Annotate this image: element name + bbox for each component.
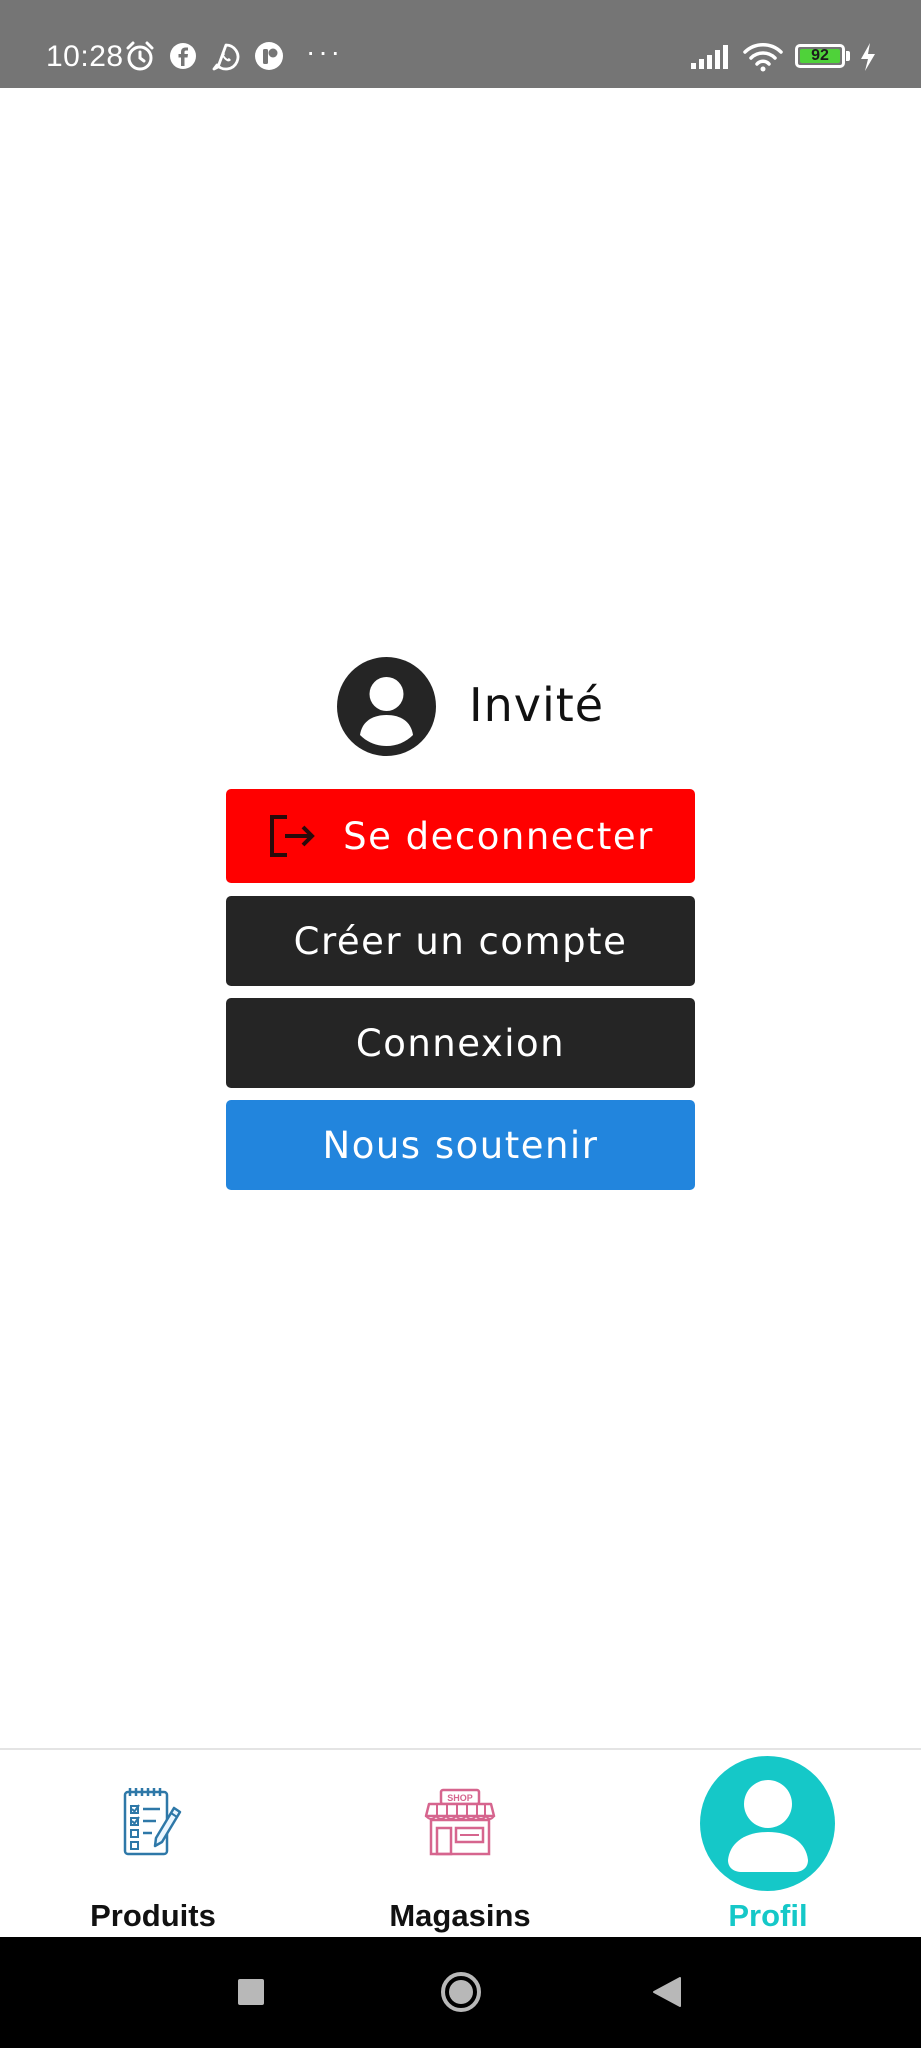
back-icon: [653, 1977, 681, 2007]
more-notifications-indicator: ···: [306, 36, 343, 67]
login-button[interactable]: Connexion: [226, 998, 695, 1088]
create-account-label: Créer un compte: [293, 919, 628, 963]
nav-item-products[interactable]: Produits: [40, 1750, 266, 1939]
whatsapp-icon: [212, 43, 240, 71]
user-icon: [728, 1780, 808, 1872]
charging-icon: [861, 43, 875, 71]
battery-icon: 92: [795, 44, 845, 68]
nav-label-stores: Magasins: [389, 1898, 531, 1933]
user-circle-icon: [337, 657, 436, 756]
nav-item-stores[interactable]: SHOP Magasins: [346, 1750, 574, 1939]
nav-item-profile[interactable]: Profil: [654, 1750, 882, 1939]
alarm-icon: [126, 41, 154, 71]
home-button[interactable]: [418, 1937, 504, 2048]
nav-label-profile: Profil: [728, 1898, 808, 1933]
logout-icon: [270, 815, 315, 857]
recents-button[interactable]: [210, 1937, 294, 2048]
battery-tip: [846, 51, 850, 61]
app-notification-icon: [255, 42, 283, 70]
checklist-icon: [123, 1788, 182, 1856]
wifi-icon: [743, 43, 783, 72]
status-time: 10:28: [46, 40, 124, 73]
status-bar: 10:28 ··· 92: [0, 0, 921, 88]
support-button[interactable]: Nous soutenir: [226, 1100, 695, 1190]
login-label: Connexion: [355, 1021, 566, 1065]
bottom-nav: Produits SHOP Magasins Profil: [0, 1748, 921, 1939]
system-nav-bar: [0, 1937, 921, 2048]
shop-icon: SHOP: [424, 1788, 496, 1856]
battery-level: 92: [811, 47, 829, 64]
nav-label-products: Produits: [90, 1898, 216, 1933]
recents-icon: [238, 1979, 264, 2005]
active-tab-indicator: [700, 1756, 835, 1891]
logout-label: Se deconnecter: [343, 814, 654, 858]
home-icon: [441, 1972, 481, 2012]
create-account-button[interactable]: Créer un compte: [226, 896, 695, 986]
support-label: Nous soutenir: [322, 1123, 599, 1167]
back-button[interactable]: [626, 1937, 710, 2048]
facebook-icon: [170, 43, 196, 69]
signal-icon: [691, 45, 728, 69]
shop-sign-text: SHOP: [447, 1793, 473, 1803]
logout-button[interactable]: Se deconnecter: [226, 789, 695, 883]
username: Invité: [469, 678, 605, 732]
